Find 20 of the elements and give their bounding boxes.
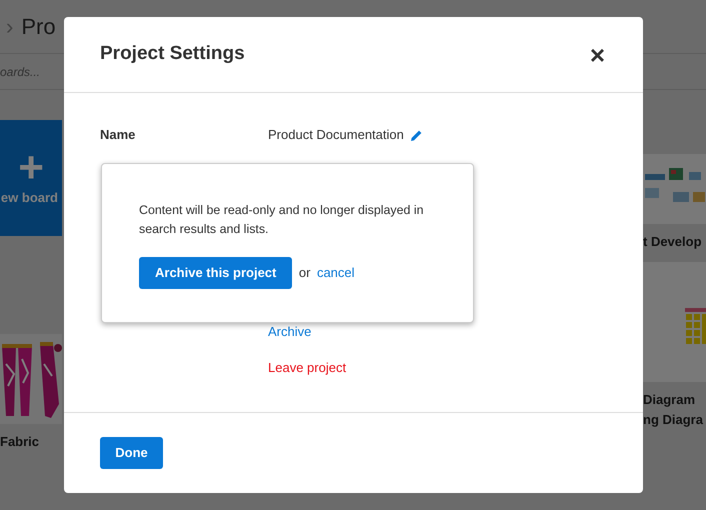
board-title: Fabric xyxy=(0,433,40,451)
archive-confirm-button[interactable]: Archive this project xyxy=(139,257,292,289)
breadcrumb-separator: › xyxy=(6,13,14,41)
archive-link[interactable]: Archive xyxy=(268,322,312,342)
modal-title: Project Settings xyxy=(100,43,245,66)
board-title: Diagram xyxy=(643,391,696,409)
leave-link[interactable]: Leave project xyxy=(268,358,346,378)
cancel-link[interactable]: cancel xyxy=(316,263,355,283)
search-field[interactable]: oards... xyxy=(0,62,60,80)
or-text: or xyxy=(298,264,310,282)
field-label: Name xyxy=(100,126,136,144)
done-button[interactable]: Done xyxy=(100,437,163,469)
new-board-tile[interactable]: + ew board xyxy=(0,120,62,236)
breadcrumb-title[interactable]: Pro xyxy=(21,10,56,43)
popover-message: Content will be read-only and no longer displayed in search results and lists. xyxy=(139,202,424,238)
field-value: Product Documentation xyxy=(268,126,404,144)
pencil-icon[interactable] xyxy=(410,128,424,142)
board-title: t Develop xyxy=(643,233,703,251)
close-button[interactable]: × xyxy=(588,42,607,68)
board-title: ng Diagra xyxy=(643,411,704,429)
